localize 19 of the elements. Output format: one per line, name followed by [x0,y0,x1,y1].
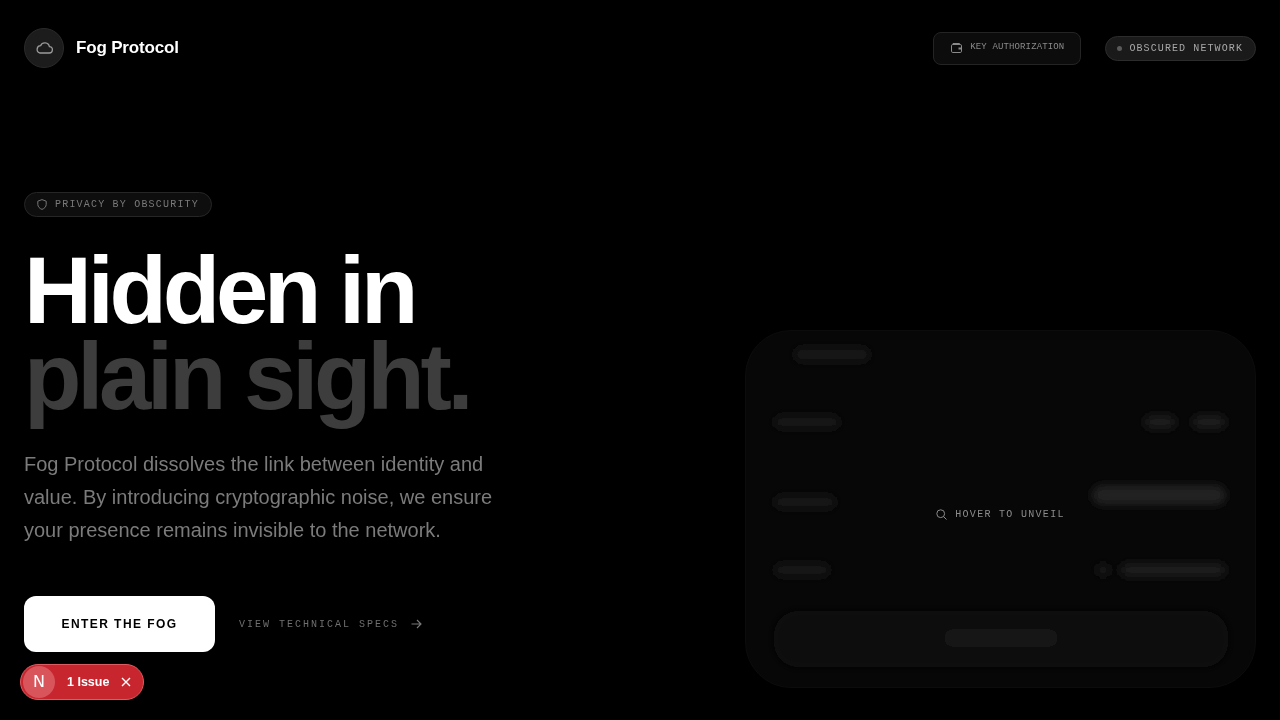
status-dot-icon [1117,45,1123,51]
search-icon [936,508,948,520]
issues-indicator[interactable]: N 1 Issue [20,664,145,700]
network-status-text: OBSCURED NETWORK [1129,41,1243,56]
issue-count-text: 1 Issue [67,673,110,691]
shield-icon [37,199,47,210]
brand-name: Fog Protocol [76,37,179,60]
hero-description: Fog Protocol dissolves the link between identity and value. By introducing cryptographic noise, we ensure your presence remains invisible to the network. [24,452,494,543]
hover-hint-text: HOVER TO UNVEIL [955,507,1065,522]
cloud-logo-icon [24,28,64,68]
badge-text: PRIVACY BY OBSCURITY [55,198,200,212]
framework-logo: N [23,666,55,698]
key-authorization-button[interactable]: KEY AUTHORIZATION [933,31,1082,65]
enter-the-fog-button[interactable]: ENTER THE FOG [24,596,215,652]
wallet-icon [951,43,963,53]
technical-specs-link[interactable]: VIEW TECHNICAL SPECS [239,616,423,632]
close-icon[interactable] [121,677,132,687]
headline-line: plain sight. [24,334,470,431]
arrow-right-icon [411,619,423,629]
